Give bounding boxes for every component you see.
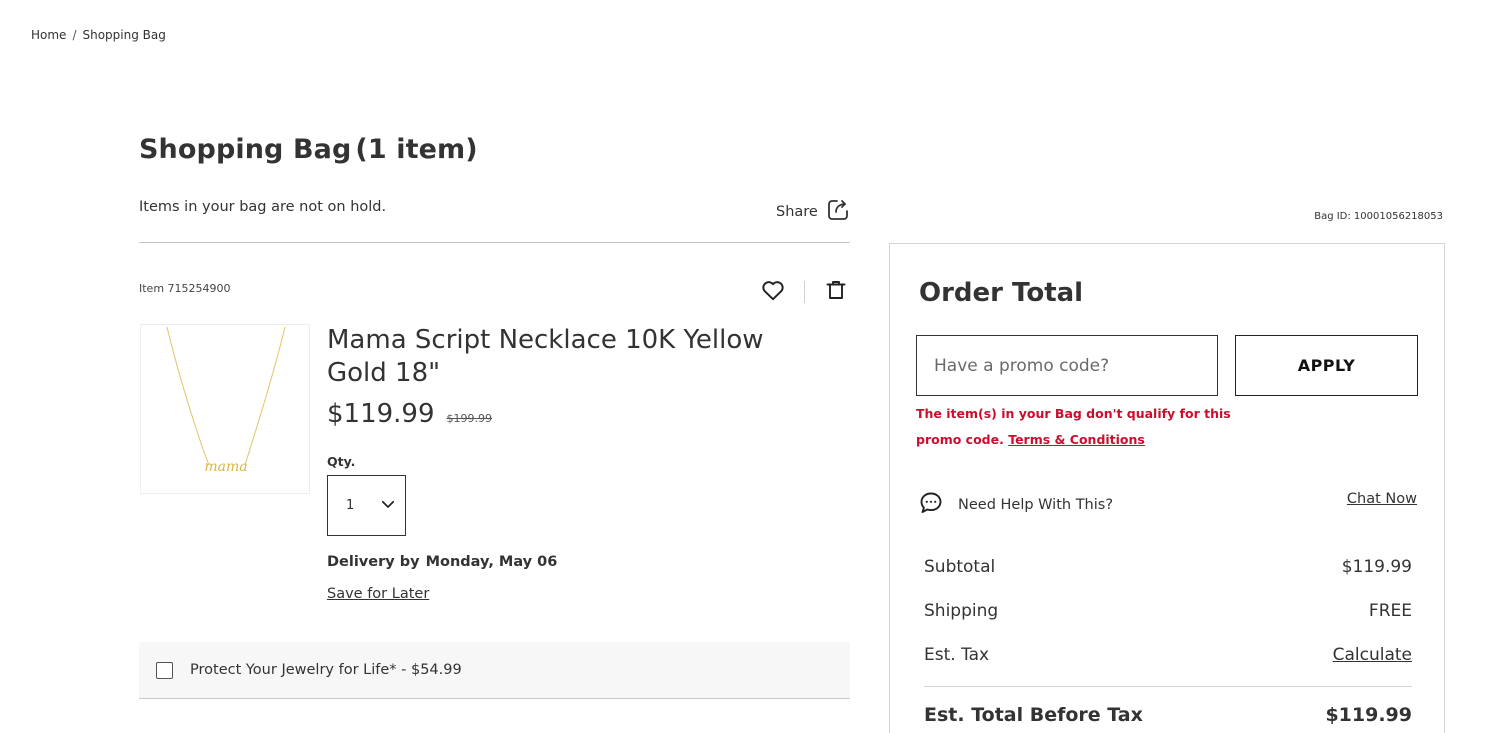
item-number: Item 715254900 [139, 282, 231, 295]
promo-code-input[interactable] [916, 335, 1218, 396]
item-actions [759, 278, 850, 306]
chat-now-link[interactable]: Chat Now [1347, 491, 1417, 507]
terms-conditions-link[interactable]: Terms & Conditions [1008, 432, 1145, 447]
shipping-label: Shipping [924, 601, 999, 621]
breadcrumb: Home / Shopping Bag [31, 28, 166, 42]
trash-icon [824, 278, 848, 306]
breadcrumb-home[interactable]: Home [31, 28, 66, 42]
tax-row: Est. Tax Calculate [924, 645, 1412, 665]
subtotal-row: Subtotal $119.99 [924, 557, 1412, 577]
shipping-row: Shipping FREE [924, 601, 1412, 621]
chevron-down-icon [379, 495, 397, 517]
chat-bubble-icon [918, 490, 944, 520]
help-row: Need Help With This? [918, 490, 1113, 520]
bag-id: Bag ID: 10001056218053 [1314, 211, 1443, 222]
delivery-date: Monday, May 06 [425, 554, 558, 570]
price-row: $119.99 $199.99 [327, 399, 492, 429]
total-label: Est. Total Before Tax [924, 704, 1143, 726]
heart-icon [760, 277, 786, 307]
remove-item-button[interactable] [822, 278, 850, 306]
wishlist-button[interactable] [759, 278, 787, 306]
tax-label: Est. Tax [924, 645, 990, 665]
delivery-info: Delivery by Monday, May 06 [327, 554, 557, 570]
summary-divider [924, 686, 1412, 687]
product-image[interactable]: mama [140, 324, 310, 494]
actions-separator [804, 281, 805, 303]
total-row: Est. Total Before Tax $119.99 [924, 704, 1412, 726]
save-for-later-link[interactable]: Save for Later [327, 586, 429, 602]
total-value: $119.99 [1325, 704, 1412, 726]
order-total-title: Order Total [919, 278, 1084, 308]
page-title: Shopping Bag (1 item) [139, 134, 478, 165]
protection-label: Protect Your Jewelry for Life* - $54.99 [190, 662, 462, 678]
share-label: Share [776, 204, 818, 220]
shipping-value: FREE [1368, 601, 1412, 621]
hold-note: Items in your bag are not on hold. [139, 199, 387, 215]
promo-error-message: The item(s) in your Bag don't qualify fo… [916, 401, 1236, 453]
item-count: (1 item) [355, 134, 478, 165]
page-title-text: Shopping Bag [139, 134, 352, 165]
qty-label: Qty. [327, 454, 356, 469]
share-button[interactable]: Share [776, 198, 850, 226]
help-text: Need Help With This? [958, 497, 1114, 513]
subtotal-label: Subtotal [924, 557, 996, 577]
product-name[interactable]: Mama Script Necklace 10K Yellow Gold 18" [327, 324, 827, 390]
price-now: $119.99 [327, 399, 435, 429]
order-total-panel: Order Total APPLY The item(s) in your Ba… [889, 243, 1445, 733]
price-was: $199.99 [446, 412, 493, 425]
share-icon [826, 198, 850, 226]
qty-value: 1 [346, 498, 355, 513]
breadcrumb-separator: / [72, 28, 77, 42]
breadcrumb-current: Shopping Bag [82, 28, 166, 42]
qty-select[interactable]: 1 [327, 475, 406, 536]
subtotal-value: $119.99 [1341, 557, 1412, 577]
bag-divider [139, 242, 850, 243]
necklace-script: mama [204, 459, 247, 475]
apply-promo-button[interactable]: APPLY [1235, 335, 1418, 396]
protection-plan-row: Protect Your Jewelry for Life* - $54.99 [139, 642, 850, 699]
calculate-tax-link[interactable]: Calculate [1333, 645, 1412, 665]
protection-checkbox[interactable] [156, 661, 173, 679]
necklace-illustration: mama [166, 326, 286, 475]
delivery-label: Delivery by [327, 554, 420, 570]
